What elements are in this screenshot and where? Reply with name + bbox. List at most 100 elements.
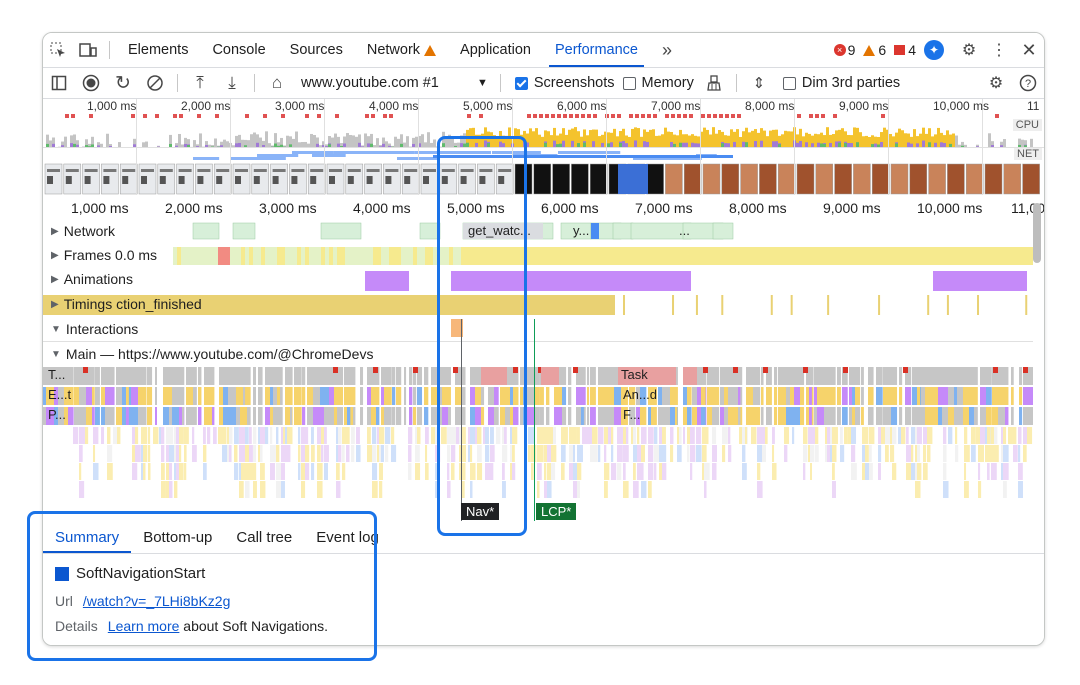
main-event: [581, 407, 584, 425]
main-event-label[interactable]: E...t: [48, 387, 71, 402]
tab-elements[interactable]: Elements: [116, 33, 200, 67]
network-request-label[interactable]: y...: [573, 223, 589, 238]
track-interactions[interactable]: ▼ Interactions: [43, 317, 138, 341]
frames-value: 0.0 ms: [115, 247, 158, 263]
tab-application[interactable]: Application: [448, 33, 543, 67]
screenshot-frame: [1022, 163, 1040, 195]
event-label[interactable]: An...d: [623, 387, 657, 402]
frame-bar: [173, 247, 177, 265]
gc-broom-icon[interactable]: [698, 68, 730, 98]
cpu-area: [547, 131, 550, 147]
nav-marker[interactable]: Nav*: [461, 503, 500, 520]
inspect-element-icon[interactable]: [43, 33, 73, 67]
learn-more-link[interactable]: Learn more: [108, 618, 180, 634]
track-network[interactable]: ▶ Network: [43, 219, 115, 243]
frame-bar: [625, 247, 629, 265]
tab-call-tree[interactable]: Call tree: [224, 521, 304, 553]
long-task-mark: [995, 114, 999, 118]
main-event: [307, 407, 314, 425]
main-event-deep: [611, 463, 617, 480]
frame-bar: [573, 247, 577, 265]
home-icon[interactable]: ⌂: [261, 68, 293, 98]
tab-console[interactable]: Console: [200, 33, 277, 67]
more-tabs-icon: »: [662, 39, 673, 60]
tab-event-log[interactable]: Event log: [304, 521, 391, 553]
main-event-deep: [485, 463, 491, 480]
cpu-area: [1030, 138, 1033, 147]
frame-bar: [369, 247, 373, 265]
tab-performance[interactable]: Performance: [543, 33, 650, 67]
cpu-area: [517, 129, 520, 147]
main-event: [891, 407, 898, 425]
clear-icon[interactable]: [139, 68, 171, 98]
capture-settings-gear-icon[interactable]: ⚙: [980, 68, 1012, 98]
tab-bottom-up[interactable]: Bottom-up: [131, 521, 224, 553]
download-icon[interactable]: ⤓: [216, 68, 248, 98]
sidebar-toggle-icon[interactable]: [43, 68, 75, 98]
main-event-deep: [260, 427, 266, 444]
track-timings[interactable]: ▶ Timings ction_finished: [43, 292, 202, 316]
main-event-deep: [869, 463, 873, 480]
main-event: [861, 407, 864, 425]
collapse-tracks-icon[interactable]: ⇕: [743, 68, 775, 98]
main-event-label[interactable]: P...: [48, 407, 66, 422]
cpu-area: [493, 135, 496, 147]
track-frames[interactable]: ▶ Frames 0.0 ms: [43, 243, 157, 267]
recording-select[interactable]: www.youtube.com #1: [301, 75, 477, 91]
screenshot-frame: [928, 163, 946, 195]
main-event-deep: [391, 445, 397, 462]
close-icon[interactable]: ✕: [1014, 33, 1044, 67]
main-event-deep: [917, 445, 921, 462]
upload-icon[interactable]: ⤒: [184, 68, 216, 98]
main-event: [212, 387, 215, 405]
url-link[interactable]: /watch?v=_7LHi8bKz2g: [83, 593, 231, 609]
track-animations[interactable]: ▶ Animations: [43, 267, 133, 291]
device-toolbar-icon[interactable]: [73, 33, 103, 67]
help-icon[interactable]: ?: [1012, 68, 1044, 98]
main-event-deep: [451, 427, 457, 444]
timeline-overview[interactable]: 1,000 ms 2,000 ms 3,000 ms 4,000 ms 5,000 ms…: [43, 99, 1044, 195]
warning-counter[interactable]: 6: [863, 42, 886, 58]
main-event-deep: [477, 427, 482, 444]
settings-gear-icon[interactable]: ⚙: [954, 33, 984, 67]
screenshot-detail: [423, 176, 429, 184]
reload-icon[interactable]: ↻: [107, 68, 139, 98]
main-event-deep: [792, 427, 795, 444]
main-event: [223, 367, 229, 385]
frame-bar: [861, 247, 865, 265]
task-label[interactable]: Task: [621, 367, 648, 382]
frame-bar: [905, 247, 909, 265]
network-request-label[interactable]: ...: [679, 223, 690, 238]
long-task-mark: [539, 114, 543, 118]
main-event-label[interactable]: T...: [48, 367, 65, 382]
issues-counter[interactable]: 4: [894, 42, 916, 58]
cpu-area: [220, 145, 223, 147]
main-event-deep: [890, 445, 893, 462]
more-tabs-button[interactable]: »: [650, 33, 684, 67]
more-options-icon[interactable]: ⋮: [984, 33, 1014, 67]
event-label[interactable]: F...: [623, 407, 640, 422]
error-counter[interactable]: × 9: [833, 42, 855, 58]
main-event-deep: [728, 427, 731, 444]
main-event: [337, 407, 344, 425]
dim-third-parties-checkbox[interactable]: [782, 76, 796, 90]
main-event: [562, 407, 567, 425]
cpu-area: [355, 136, 358, 147]
ai-assistance-icon[interactable]: ✦: [924, 40, 944, 60]
main-event-deep: [336, 445, 339, 462]
main-event-deep: [1018, 481, 1023, 498]
lcp-marker[interactable]: LCP*: [536, 503, 577, 520]
tab-summary[interactable]: Summary: [43, 521, 132, 553]
tab-network[interactable]: Network: [355, 33, 448, 67]
network-request-label[interactable]: get_watc...: [468, 223, 531, 238]
tab-sources[interactable]: Sources: [278, 33, 355, 67]
chevron-down-icon[interactable]: ▼: [477, 77, 488, 89]
frame-bar: [509, 247, 513, 265]
tracks-scrollbar[interactable]: [1033, 203, 1041, 263]
memory-checkbox[interactable]: [622, 76, 636, 90]
record-icon[interactable]: [75, 68, 107, 98]
tracks-area[interactable]: ▶ Network ▶ Frames 0.0 ms ▶ Animations ▶ Tim…: [43, 219, 1033, 521]
screenshots-checkbox[interactable]: [514, 76, 528, 90]
screenshot-detail: [310, 176, 317, 184]
track-main[interactable]: ▼ Main — https://www.youtube.com/@ChromeD…: [43, 342, 373, 366]
